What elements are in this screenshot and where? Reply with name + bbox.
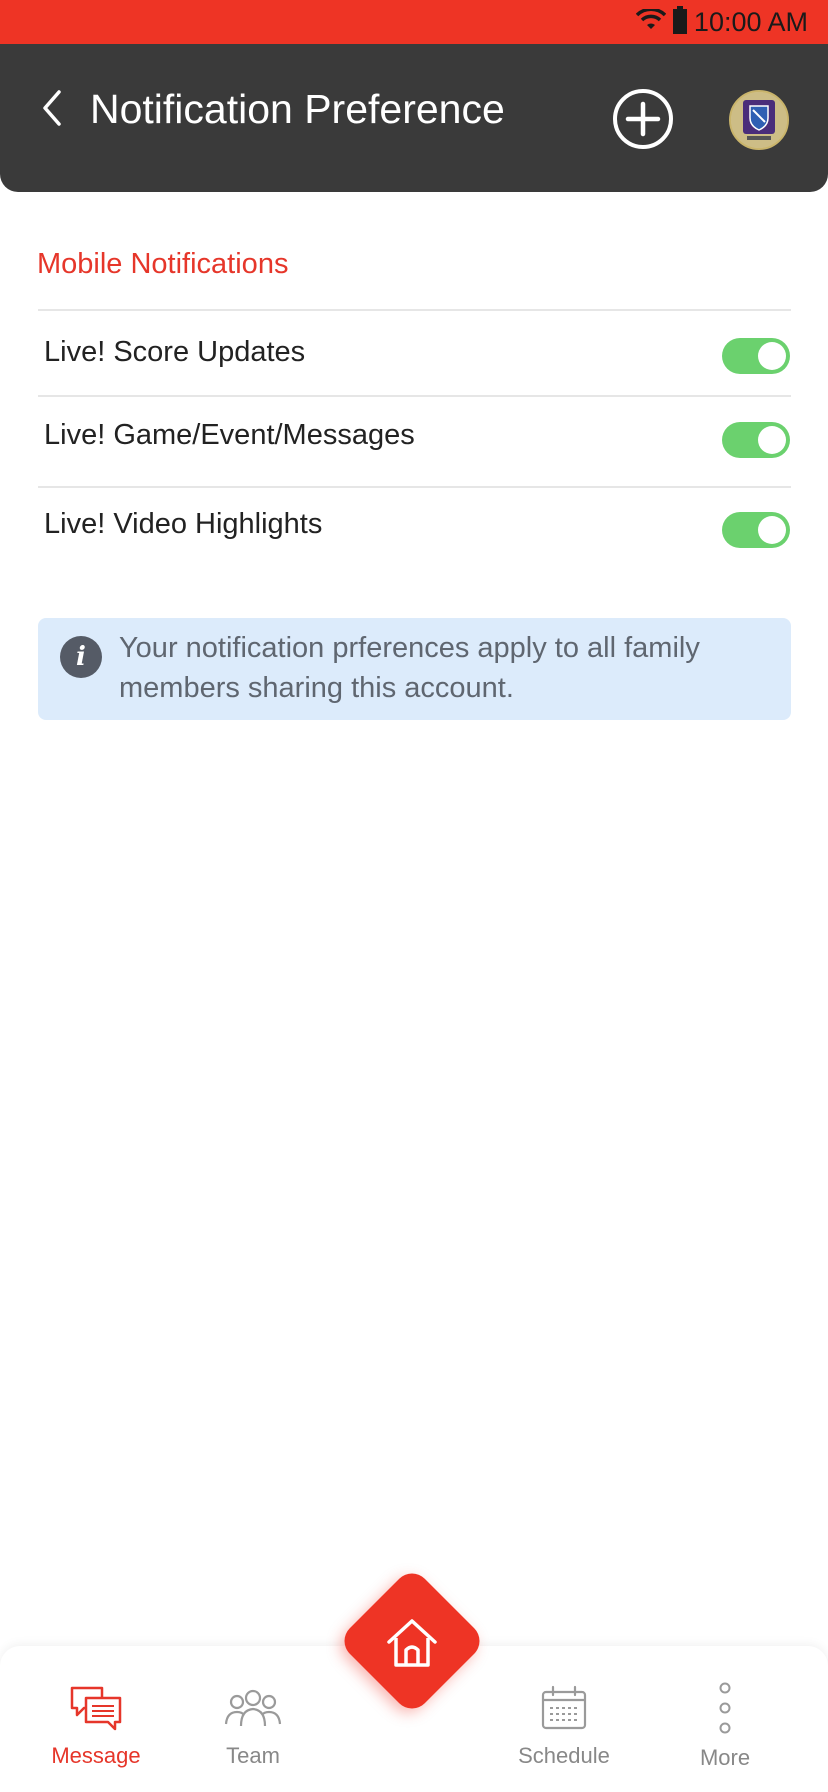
pref-row-score-updates: Live! Score Updates [38, 314, 791, 394]
section-title: Mobile Notifications [37, 248, 289, 280]
nav-more[interactable]: More [655, 1682, 795, 1771]
score-updates-toggle[interactable] [722, 338, 790, 374]
video-highlights-toggle[interactable] [722, 512, 790, 548]
divider [38, 309, 791, 311]
pref-label: Live! Video Highlights [44, 508, 323, 540]
nav-label: Message [51, 1743, 141, 1768]
pref-row-video-highlights: Live! Video Highlights [38, 490, 791, 570]
avatar[interactable] [729, 90, 789, 150]
info-text: Your notification prferences apply to al… [119, 632, 700, 704]
add-button[interactable] [606, 84, 680, 158]
status-time: 10:00 AM [693, 6, 808, 37]
info-box: i Your notification prferences apply to … [38, 618, 791, 720]
toggle-knob [758, 426, 786, 454]
toggle-knob [758, 342, 786, 370]
pref-label: Live! Game/Event/Messages [44, 419, 415, 451]
plus-circle-icon [611, 87, 675, 156]
more-vertical-icon [715, 1682, 735, 1739]
toggle-knob [758, 516, 786, 544]
wifi-icon [635, 7, 667, 36]
nav-label: Team [226, 1743, 280, 1768]
status-icons: 10:00 AM [635, 0, 808, 44]
chevron-left-icon [39, 88, 65, 133]
divider [38, 395, 791, 397]
divider [38, 486, 791, 488]
nav-label: Schedule [518, 1743, 610, 1768]
info-icon: i [60, 636, 102, 678]
battery-icon [672, 5, 688, 39]
pref-label: Live! Score Updates [44, 336, 306, 368]
pref-row-game-event-messages: Live! Game/Event/Messages [38, 399, 791, 479]
nav-label: More [699, 1745, 751, 1770]
app-header: Notification Preference [0, 44, 828, 192]
page-title: Notification Preference [90, 86, 505, 132]
nav-message[interactable]: Message [26, 1684, 166, 1769]
status-bar: 10:00 AM [0, 0, 828, 44]
team-icon [223, 1684, 283, 1737]
game-event-messages-toggle[interactable] [722, 422, 790, 458]
message-icon [68, 1684, 124, 1737]
nav-team[interactable]: Team [183, 1684, 323, 1769]
back-button[interactable] [30, 88, 74, 132]
calendar-icon [538, 1684, 590, 1737]
nav-schedule[interactable]: Schedule [494, 1684, 634, 1769]
